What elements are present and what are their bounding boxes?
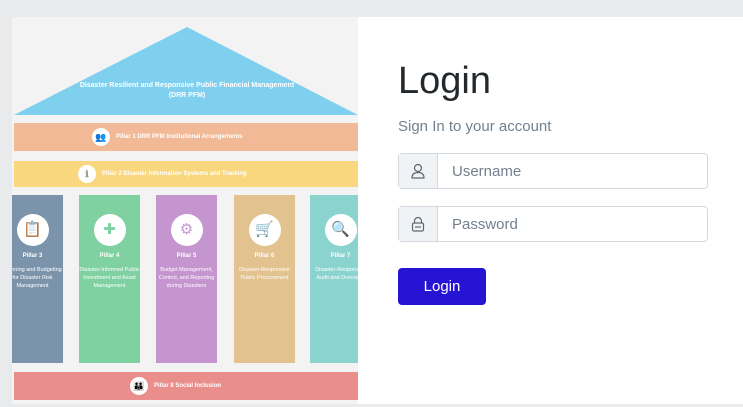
pillar-5-text: Budget Management, Control, and Reportin… [158, 267, 215, 289]
magnifier-icon: 🔍 [324, 214, 357, 246]
password-input[interactable] [438, 207, 707, 241]
pillar-7: 🔍 Pillar 7 Disaster-Responsive Audit and… [310, 195, 358, 363]
login-card: Disaster Resilient and Responsive Public… [12, 17, 743, 404]
gears-icon: ⚙ [170, 214, 203, 246]
info-icon: ℹ [78, 165, 96, 183]
pillar-3-name: Pillar 3 [22, 253, 43, 259]
pillar-4-name: Pillar 4 [99, 253, 120, 259]
drr-pfm-illustration: Disaster Resilient and Responsive Public… [12, 17, 358, 404]
pillar-6-name: Pillar 6 [254, 253, 275, 259]
pillar-7-name: Pillar 7 [330, 253, 351, 259]
pillar-7-text: Disaster-Responsive Audit and Oversight [315, 267, 358, 281]
username-input[interactable] [438, 154, 707, 188]
roof-title: Disaster Resilient and Responsive Public… [79, 82, 295, 99]
pillar-5-name: Pillar 5 [176, 253, 197, 259]
pillar-2-label: Pillar 2 Disaster Information Systems an… [102, 171, 247, 177]
login-form: Login Sign In to your account Login [358, 17, 743, 404]
pillar-8-band: 👪 Pillar 8 Social Inclusion [14, 372, 358, 400]
puzzle-icon: ✚ [93, 214, 126, 246]
pillar-4: ✚ Pillar 4 Disaster-Informed Public Inve… [79, 195, 140, 363]
user-icon [399, 154, 438, 188]
pillar-3: 📋 Pillar 3 Planning and Budgeting for Di… [12, 195, 63, 363]
password-field [398, 206, 708, 242]
people-icon: 👥 [92, 128, 110, 146]
pillar-8-label: Pillar 8 Social Inclusion [154, 383, 222, 389]
pillar-1-band: 👥 Pillar 1 DRR PFM Institutional Arrange… [14, 123, 358, 151]
login-button[interactable]: Login [398, 268, 486, 305]
pillar-4-text: Disaster-Informed Public Investment and … [79, 267, 140, 289]
pillar-5: ⚙ Pillar 5 Budget Management, Control, a… [156, 195, 217, 363]
pillar-1-label: Pillar 1 DRR PFM Institutional Arrangeme… [116, 134, 243, 140]
page-title: Login [398, 60, 491, 102]
pillar-2-band: ℹ Pillar 2 Disaster Information Systems … [14, 161, 358, 187]
pillar-6-text: Disaster-Responsive Public Procurement [239, 267, 290, 281]
roof-shape [14, 27, 358, 115]
pillar-3-text: Planning and Budgeting for Disaster Risk… [12, 267, 62, 289]
group-icon: 👪 [130, 377, 148, 395]
username-field [398, 153, 708, 189]
lock-icon [399, 207, 438, 241]
pillar-6: 🛒 Pillar 6 Disaster-Responsive Public Pr… [234, 195, 295, 363]
cart-icon: 🛒 [248, 214, 281, 246]
page-subtitle: Sign In to your account [398, 118, 552, 135]
clipboard-icon: 📋 [16, 214, 49, 246]
